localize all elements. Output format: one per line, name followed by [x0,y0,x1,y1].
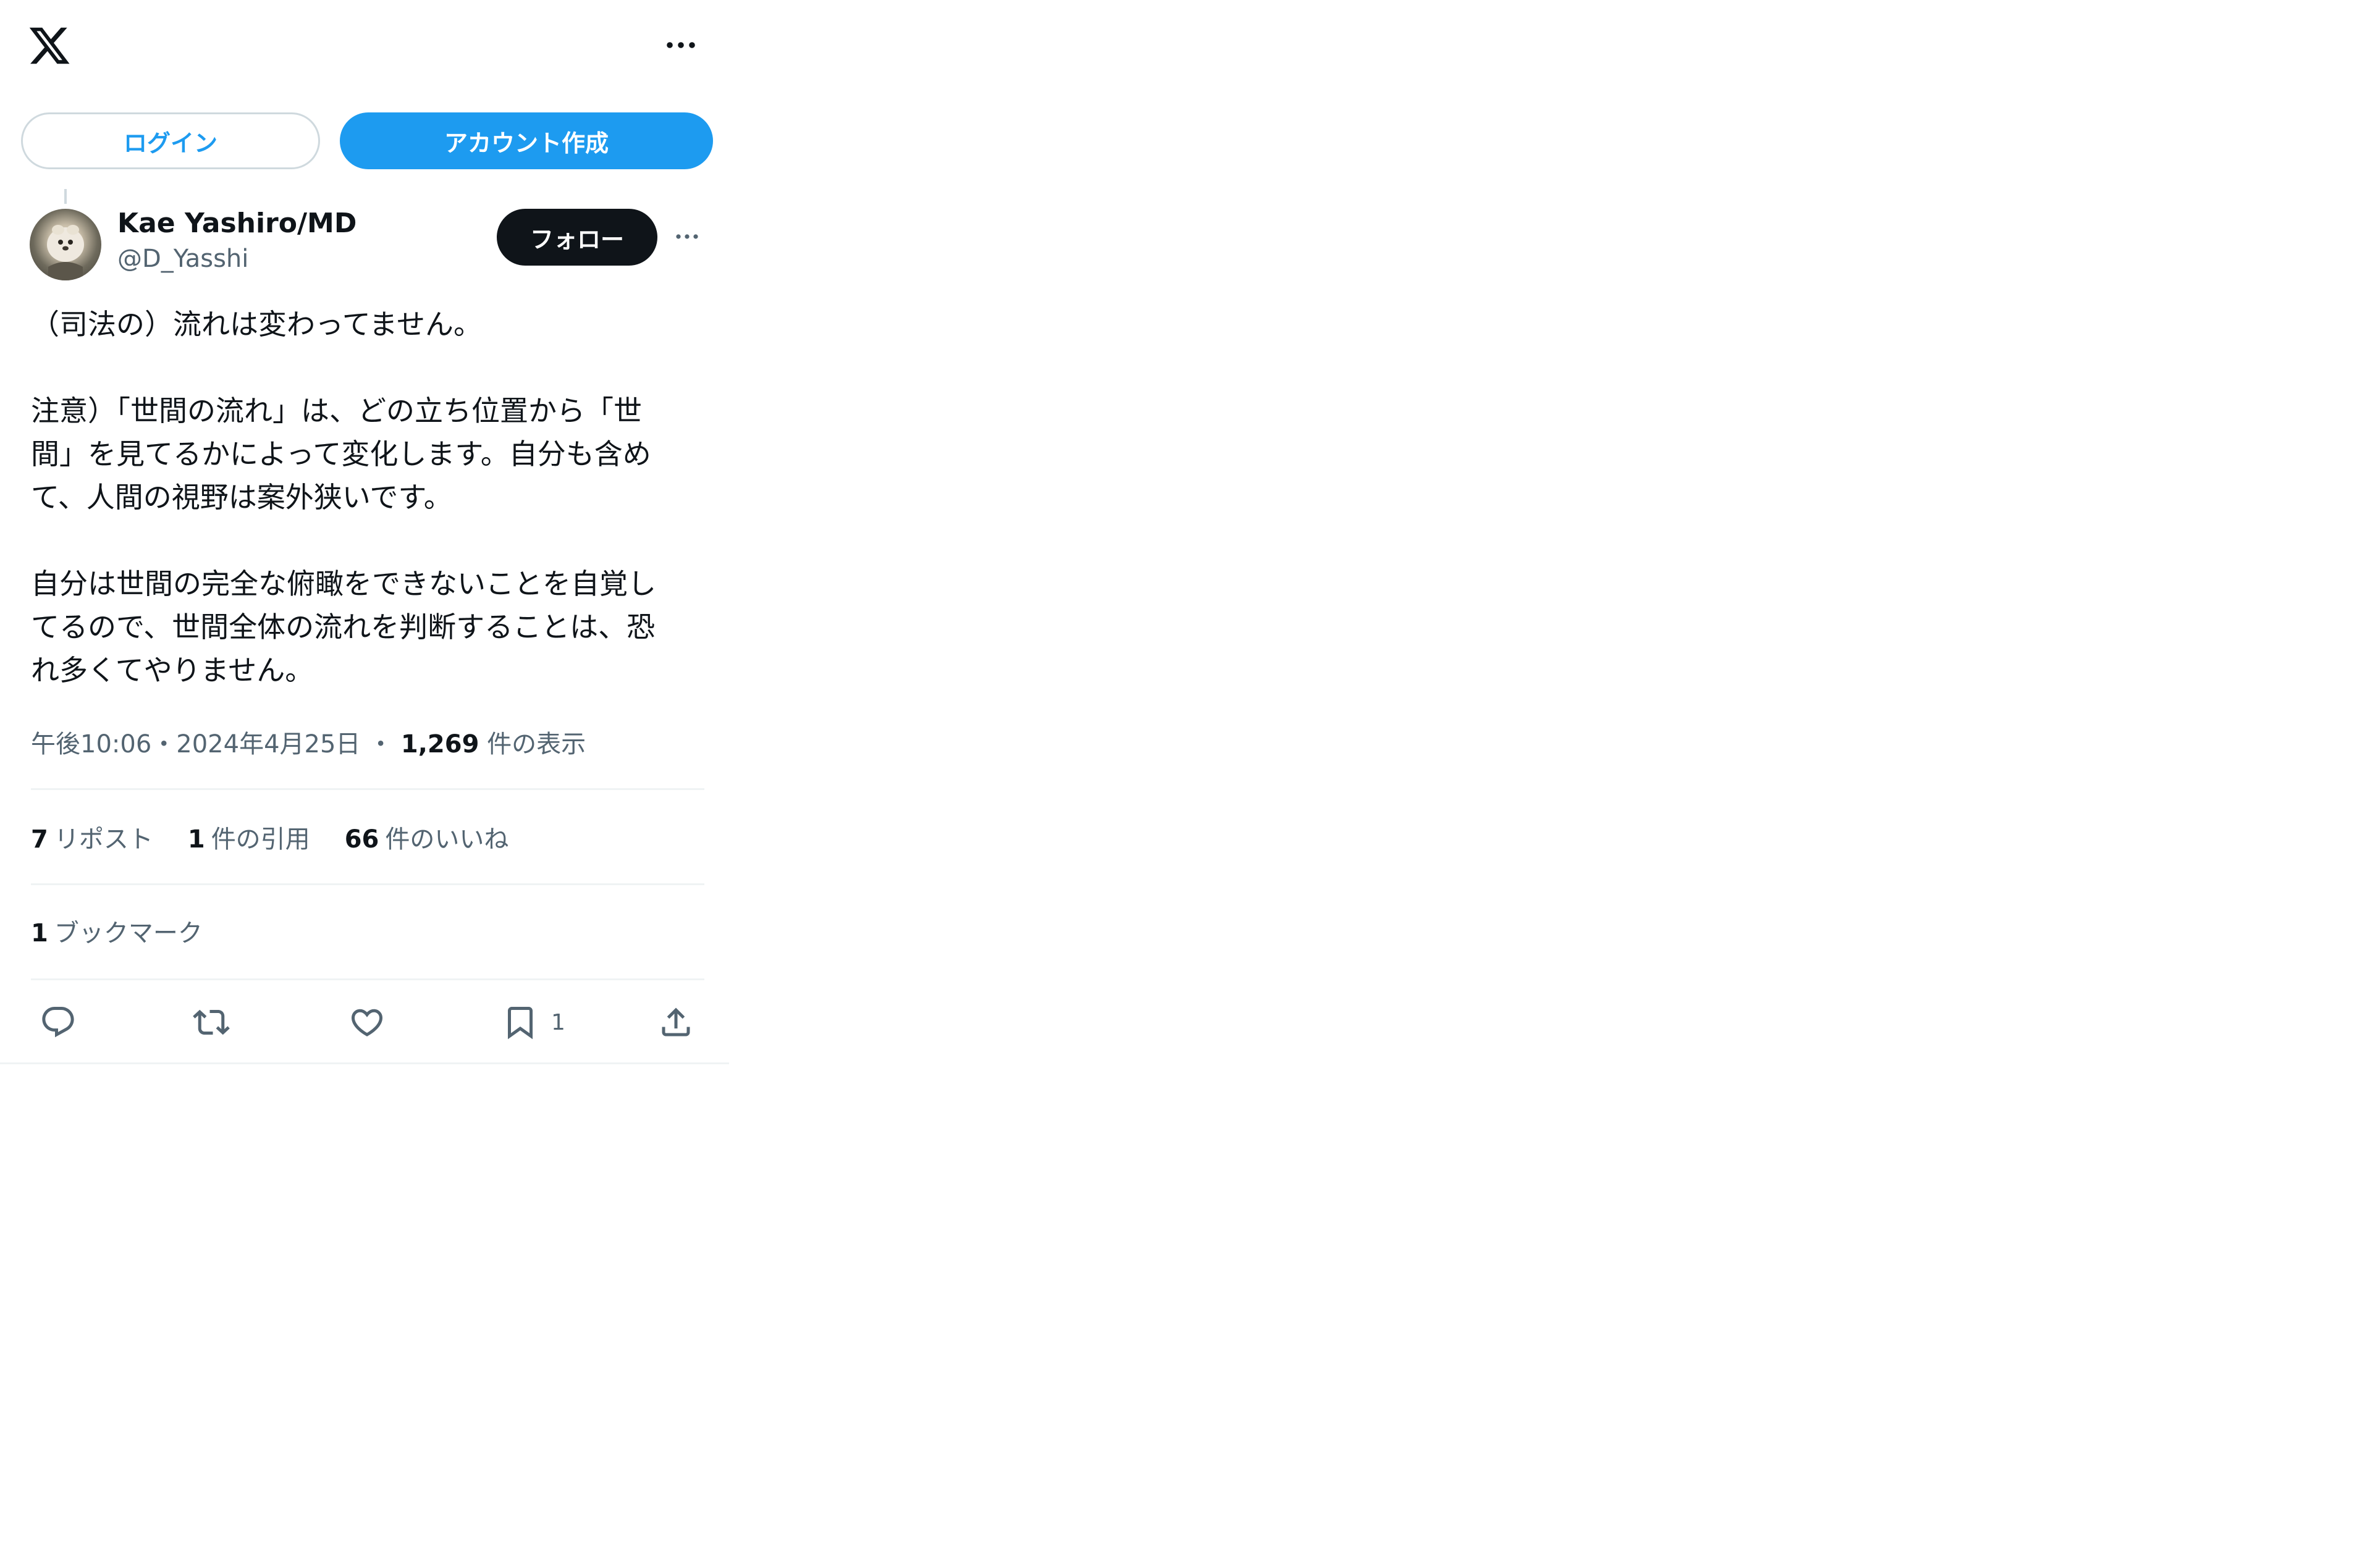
tweet-date[interactable]: 2024年4月25日 [176,730,360,759]
reply-button[interactable] [40,1002,77,1043]
repost-button[interactable] [193,1002,230,1043]
author-name[interactable]: Kae Yashiro/MD [117,208,357,239]
quotes-count: 1 [187,825,205,854]
more-horizontal-icon[interactable] [673,227,701,246]
reposts-label: リポスト [54,825,153,854]
tweet-line: 自分は世間の完全な俯瞰をできないことを自覚し [31,567,656,600]
repost-icon [193,1004,230,1041]
views-count: 1,269 [400,730,479,759]
likes-stat[interactable]: 66 件のいいね [345,819,509,855]
tweet-line: れ多くてやりません。 [31,654,314,687]
tweet-line: て、人間の視野は案外狭いです。 [31,481,452,514]
likes-count: 66 [344,825,379,854]
author-handle[interactable]: @D_Yasshi [117,245,248,273]
share-icon [657,1004,694,1041]
meta-separator: ・ [151,730,177,759]
tweet-column: ログイン アカウント作成 Kae Yashiro/MD @D_Yasshi フォ… [0,0,729,1064]
meta-separator: ・ [368,730,394,759]
divider [31,883,704,885]
avatar[interactable] [30,209,101,280]
x-logo-icon[interactable] [27,23,72,68]
tweet-meta: 午後10:06・2024年4月25日 ・ 1,269 件の表示 [31,724,586,760]
engagement-stats: 7 リポスト 1 件の引用 66 件のいいね [31,819,543,855]
tweet-line-break [31,346,711,389]
tweet-line: （司法の）流れは変わってません。 [31,308,483,341]
likes-label: 件のいいね [385,825,509,854]
bookmarks-stat: 1 ブックマーク [31,913,203,949]
reposts-count: 7 [31,825,48,854]
divider [31,788,704,790]
bookmarks-count: 1 [31,919,48,948]
tweet-line: 注意）「世間の流れ」は、どの立ち位置から「世 [31,394,642,427]
reply-icon [40,1004,77,1041]
views-label: 件の表示 [487,730,586,759]
auth-buttons: ログイン アカウント作成 [21,112,713,169]
signup-button[interactable]: アカウント作成 [340,112,713,169]
quotes-stat[interactable]: 1 件の引用 [188,819,310,855]
reposts-stat[interactable]: 7 リポスト [31,819,153,855]
bookmark-icon [502,1004,539,1041]
page: ログイン アカウント作成 Kae Yashiro/MD @D_Yasshi フォ… [0,0,2380,1564]
tweet-time[interactable]: 午後10:06 [31,730,151,759]
bookmark-button[interactable]: 1 [502,1002,565,1043]
tweet-text: （司法の）流れは変わってません。 注意）「世間の流れ」は、どの立ち位置から「世 … [31,303,711,692]
login-button[interactable]: ログイン [21,112,320,169]
bookmarks-label: ブックマーク [54,919,203,948]
divider [31,978,704,980]
quotes-label: 件の引用 [211,825,310,854]
share-button[interactable] [657,1002,694,1043]
tweet-line: 間」を見てるかによって変化します。自分も含め [31,437,651,471]
follow-button[interactable]: フォロー [497,209,657,266]
more-horizontal-icon[interactable] [662,36,699,54]
tweet-line-break [31,519,711,562]
thread-connector [64,189,67,204]
heart-icon [348,1004,386,1041]
like-button[interactable] [348,1002,386,1043]
tweet-line: てるので、世間全体の流れを判断することは、恐 [31,610,656,644]
bookmark-count: 1 [551,1009,565,1035]
top-bar [0,0,729,93]
